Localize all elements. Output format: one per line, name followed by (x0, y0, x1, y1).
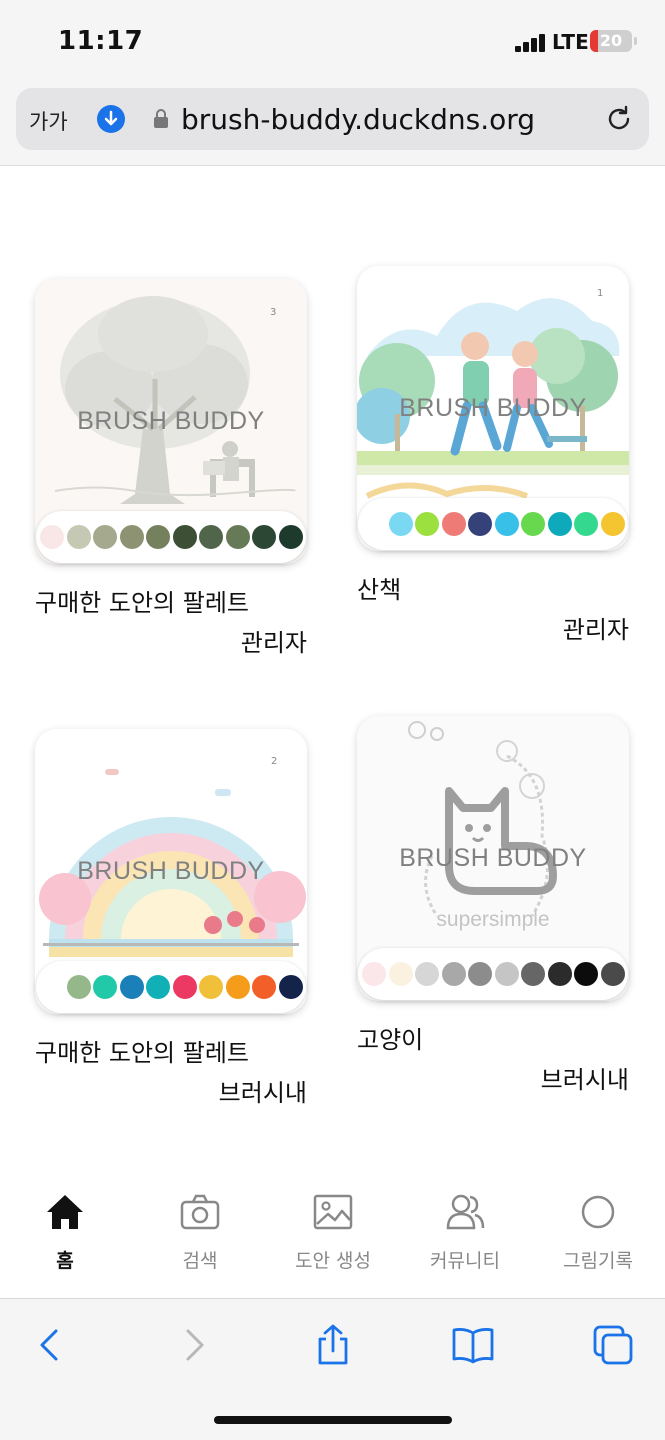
number-tag: 3 (270, 307, 277, 318)
color-swatch (93, 975, 117, 999)
color-swatch (441, 512, 466, 536)
watermark: BRUSH BUDDY (77, 857, 265, 885)
color-swatch (521, 512, 545, 536)
color-swatch (574, 962, 598, 986)
color-swatch (225, 975, 250, 999)
color-swatch (362, 962, 386, 986)
home-icon (47, 1195, 83, 1229)
status-time: 11:17 (58, 26, 144, 56)
battery-cap (634, 37, 637, 45)
color-swatch (574, 512, 598, 536)
card-title[interactable]: 고양이 (357, 1020, 423, 1055)
signal-icon (515, 34, 547, 52)
download-icon[interactable] (97, 105, 125, 133)
tab-label: 홈 (56, 1250, 74, 1272)
tab-label: 커뮤니티 (430, 1250, 500, 1272)
bottom-tab-bar: 홈 검색 도안 생성 커뮤니티 그림기록 (0, 1168, 665, 1298)
tab-pattern-create[interactable]: 도안 생성 (273, 1188, 393, 1278)
color-palette (36, 511, 306, 563)
card-author: 브러시내 (218, 1079, 307, 1107)
color-swatch (119, 525, 144, 549)
color-swatch (547, 512, 572, 536)
card-title[interactable]: 구매한 도안의 팔레트 (35, 583, 249, 618)
address-bar[interactable]: 가가 brush-buddy.duckdns.org (16, 88, 649, 150)
color-swatch (521, 962, 545, 986)
text-size-button[interactable]: 가가 (29, 106, 68, 136)
number-tag: 1 (597, 288, 604, 299)
card-author: 브러시내 (540, 1066, 629, 1094)
color-swatch (172, 525, 197, 549)
color-swatch (362, 512, 386, 536)
image-logo-text: supersimple (436, 908, 550, 931)
color-swatch (388, 962, 413, 986)
color-swatch (278, 525, 303, 549)
color-swatch (146, 975, 170, 999)
number-tag: 2 (271, 756, 278, 767)
card-author: 관리자 (240, 629, 307, 657)
color-swatch (468, 512, 492, 536)
color-swatch (199, 975, 223, 999)
image-icon (313, 1194, 353, 1230)
color-swatch (66, 975, 91, 999)
watermark: BRUSH BUDDY (77, 407, 265, 435)
status-bar: 11:17 LTE 20 (0, 0, 665, 80)
people-icon (446, 1194, 485, 1230)
color-swatch (252, 525, 276, 549)
color-palette (36, 961, 306, 1013)
color-swatch (415, 962, 439, 986)
bookmarks-icon[interactable] (451, 1323, 495, 1367)
back-icon[interactable] (28, 1323, 72, 1367)
battery-icon: 20 (590, 30, 632, 52)
tab-label: 그림기록 (563, 1250, 633, 1272)
home-indicator (214, 1416, 452, 1424)
card-author: 관리자 (562, 616, 629, 644)
camera-icon (180, 1194, 220, 1230)
color-swatch (93, 525, 117, 549)
color-swatch (388, 512, 413, 536)
card-title[interactable]: 구매한 도안의 팔레트 (35, 1033, 249, 1068)
tab-home[interactable]: 홈 (5, 1188, 125, 1278)
browser-top-bar: 가가 brush-buddy.duckdns.org (0, 80, 665, 166)
color-swatch (172, 975, 197, 999)
reload-icon[interactable] (604, 104, 634, 134)
color-swatch (278, 975, 303, 999)
color-palette (358, 948, 628, 1000)
color-swatch (199, 525, 223, 549)
color-palette (358, 498, 628, 550)
color-swatch (494, 962, 519, 986)
color-swatch (252, 975, 276, 999)
share-icon[interactable] (311, 1323, 355, 1367)
color-swatch (40, 975, 64, 999)
color-swatch (441, 962, 466, 986)
network-label: LTE (552, 30, 589, 54)
color-swatch (66, 525, 91, 549)
lock-icon (153, 108, 169, 128)
battery-level: 20 (599, 31, 623, 50)
color-swatch (225, 525, 250, 549)
tab-label: 검색 (182, 1250, 218, 1272)
color-swatch (146, 525, 170, 549)
color-swatch (415, 512, 439, 536)
color-swatch (468, 962, 492, 986)
color-swatch (494, 512, 519, 536)
circle-icon (581, 1195, 615, 1229)
forward-icon[interactable] (172, 1323, 216, 1367)
card-title[interactable]: 산책 (357, 570, 401, 605)
color-swatch (547, 962, 572, 986)
color-swatch (600, 512, 625, 536)
color-swatch (600, 962, 625, 986)
tabs-icon[interactable] (591, 1323, 635, 1367)
url-field[interactable]: brush-buddy.duckdns.org (181, 103, 535, 136)
tab-label: 도안 생성 (295, 1250, 371, 1272)
tab-community[interactable]: 커뮤니티 (405, 1188, 525, 1278)
color-swatch (119, 975, 144, 999)
color-swatch (40, 525, 64, 549)
tab-search[interactable]: 검색 (140, 1188, 260, 1278)
watermark: BRUSH BUDDY (399, 394, 587, 422)
watermark: BRUSH BUDDY (399, 844, 587, 872)
tab-drawing-history[interactable]: 그림기록 (538, 1188, 658, 1278)
